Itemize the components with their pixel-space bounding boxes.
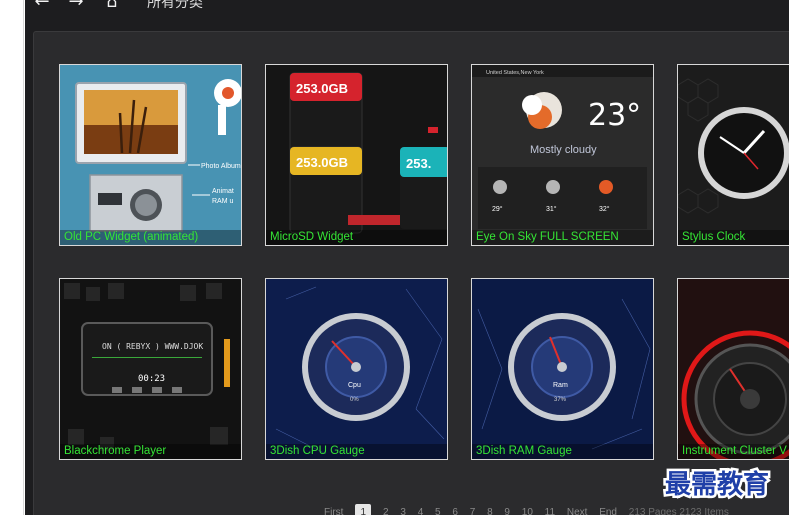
pagination-page-7[interactable]: 7 <box>470 504 476 515</box>
home-icon[interactable]: ⌂ <box>101 0 123 11</box>
gallery-item-stylus-clock[interactable]: Stylus Clock <box>677 64 789 246</box>
pagination-page-2[interactable]: 2 <box>383 504 389 515</box>
preview-label: Mostly cloudy <box>530 144 597 156</box>
item-caption[interactable]: Stylus Clock <box>678 230 789 245</box>
pagination: First 1 2 3 4 5 6 7 8 9 10 11 Next End 2… <box>324 504 738 515</box>
gallery-item-old-pc-widget[interactable]: Photo Album Animat RAM u Old PC Widget (… <box>59 64 242 246</box>
instrument-cluster-preview-image <box>678 279 789 459</box>
pagination-page-10[interactable]: 10 <box>522 504 533 515</box>
preview-label: 253.0GB <box>296 81 348 96</box>
pagination-page-11[interactable]: 11 <box>545 504 555 515</box>
watermark-logo: 最需教育 最需教育 <box>663 467 772 502</box>
pagination-page-5[interactable]: 5 <box>435 504 441 515</box>
gallery-item-instrument-cluster[interactable]: Instrument Cluster V <box>677 278 789 460</box>
preview-label: 253.0GB <box>296 155 348 170</box>
pagination-page-1[interactable]: 1 <box>355 504 372 515</box>
gallery-item-3dish-ram-gauge[interactable]: Ram 37% 3Dish RAM Gauge <box>471 278 654 460</box>
preview-label: United States,New York <box>486 70 544 76</box>
weather-preview-image: United States,New York 23° Mostly cloudy… <box>472 65 653 245</box>
preview-label: 00:23 <box>138 374 165 384</box>
left-margin <box>0 0 24 515</box>
preview-label: 23° <box>588 98 641 133</box>
pagination-end-link[interactable]: End <box>599 504 617 515</box>
cpu-gauge-preview-image: Cpu 0% <box>266 279 447 459</box>
gallery-item-microsd-widget[interactable]: 253.0GB 253.0GB 253. MicroSD Widget <box>265 64 448 246</box>
preview-label: 253. <box>406 156 431 171</box>
old-pc-preview-image: Photo Album Animat RAM u <box>60 65 241 245</box>
toolbar: ← → ⌂ 所有分类 <box>25 0 789 14</box>
breadcrumb[interactable]: 所有分类 <box>147 0 203 11</box>
preview-label: RAM u <box>212 198 234 205</box>
preview-label: Animat <box>212 188 234 195</box>
pagination-first-link[interactable]: First <box>324 504 343 515</box>
watermark-text: 最需教育 <box>665 469 769 500</box>
item-caption[interactable]: Instrument Cluster V <box>678 444 789 459</box>
item-caption[interactable]: Blackchrome Player <box>60 444 241 459</box>
item-caption[interactable]: 3Dish RAM Gauge <box>472 444 653 459</box>
gallery-item-3dish-cpu-gauge[interactable]: Cpu 0% 3Dish CPU Gauge <box>265 278 448 460</box>
pagination-page-4[interactable]: 4 <box>418 504 424 515</box>
preview-label: 31° <box>546 205 557 213</box>
pagination-page-6[interactable]: 6 <box>452 504 458 515</box>
preview-label: Cpu <box>348 382 361 389</box>
pagination-page-9[interactable]: 9 <box>504 504 510 515</box>
app-window: ← → ⌂ 所有分类 Photo Album Animat RAM u Old … <box>25 0 789 515</box>
item-caption[interactable]: Eye On Sky FULL SCREEN <box>472 230 653 245</box>
clock-preview-image <box>678 65 789 245</box>
pagination-next-link[interactable]: Next <box>567 504 588 515</box>
preview-label: Ram <box>553 382 568 389</box>
ram-gauge-preview-image: Ram 37% <box>472 279 653 459</box>
gallery-item-eye-on-sky[interactable]: United States,New York 23° Mostly cloudy… <box>471 64 654 246</box>
pagination-info: 213 Pages 2123 Items <box>628 507 729 515</box>
item-caption[interactable]: Old PC Widget (animated) <box>60 230 241 245</box>
preview-label: 32° <box>599 205 610 213</box>
player-preview-image: ON ( REBYX ) WWW.DJOK 00:23 <box>60 279 241 459</box>
microsd-preview-image: 253.0GB 253.0GB 253. <box>266 65 447 245</box>
arrow-right-icon[interactable]: → <box>65 0 87 11</box>
preview-label: 37% <box>554 397 567 403</box>
preview-label: 29° <box>492 205 503 213</box>
widget-gallery: Photo Album Animat RAM u Old PC Widget (… <box>33 31 789 515</box>
item-caption[interactable]: 3Dish CPU Gauge <box>266 444 447 459</box>
item-caption[interactable]: MicroSD Widget <box>266 230 447 245</box>
gallery-item-blackchrome-player[interactable]: ON ( REBYX ) WWW.DJOK 00:23 Blackchrome … <box>59 278 242 460</box>
arrow-left-icon[interactable]: ← <box>31 0 53 11</box>
pagination-page-3[interactable]: 3 <box>400 504 406 515</box>
preview-label: Photo Album <box>201 163 241 170</box>
preview-label: ON ( REBYX ) WWW.DJOK <box>102 342 203 351</box>
preview-label: 0% <box>350 397 359 403</box>
pagination-page-8[interactable]: 8 <box>487 504 493 515</box>
